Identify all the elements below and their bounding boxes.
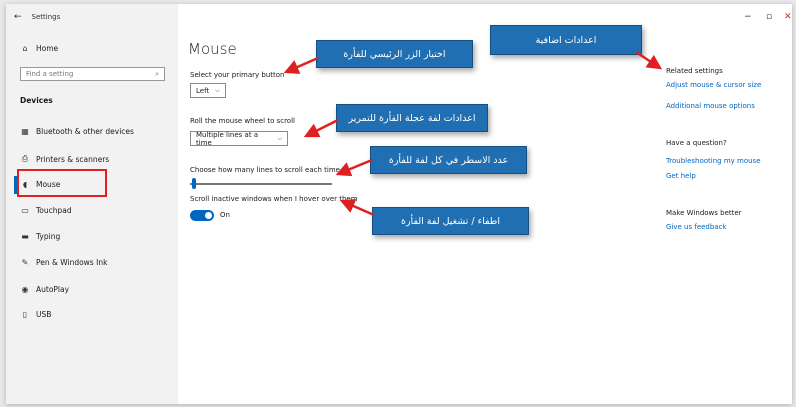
search-placeholder: Find a setting [26, 70, 74, 78]
wheel-value: Multiple lines at a time [196, 130, 259, 147]
bluetooth-devices-icon: ▦ [21, 127, 29, 136]
search-input[interactable]: Find a setting ⌕ [20, 67, 165, 81]
home-icon: ⌂ [22, 44, 28, 53]
link-adjust-cursor[interactable]: Adjust mouse & cursor size [666, 81, 761, 89]
chevron-down-icon: ⌵ [215, 86, 220, 94]
sidebar: ← Settings ⌂ Home Find a setting ⌕ Devic… [6, 4, 178, 404]
mouse-highlight-box [17, 169, 107, 197]
link-get-help[interactable]: Get help [666, 172, 696, 180]
sidebar-item-label: Printers & scanners [36, 154, 110, 164]
usb-icon: ▯ [22, 310, 28, 319]
sidebar-item-label: Touchpad [36, 206, 72, 215]
callout-toggle: اطفاء / تشغيل لفة الفأرة [372, 207, 529, 235]
main-content: − ▫ ✕ Mouse Select your primary button L… [178, 4, 792, 404]
lines-slider-thumb[interactable] [192, 178, 196, 189]
callout-extra-settings: اعدادات اضافية [490, 25, 642, 55]
better-title: Make Windows better [666, 209, 742, 217]
page-title: Mouse [188, 40, 237, 58]
primary-button-dropdown[interactable]: Left ⌵ [190, 83, 226, 98]
maximize-button[interactable]: ▫ [766, 12, 772, 22]
toggle-knob [205, 212, 212, 219]
wheel-label: Roll the mouse wheel to scroll [190, 117, 295, 125]
toggle-state: On [220, 211, 230, 219]
sidebar-item-label: Pen & Windows Ink [36, 258, 108, 267]
title-bar: ← Settings [14, 12, 60, 22]
minimize-button[interactable]: − [744, 12, 752, 22]
lines-slider-track[interactable] [190, 183, 332, 185]
sidebar-home-label: Home [36, 44, 59, 53]
sidebar-item-printers[interactable]: ⎙ Printers & scanners [20, 154, 109, 164]
sidebar-item-bluetooth[interactable]: ▦ Bluetooth & other devices [20, 127, 134, 136]
keyboard-icon: ▬ [21, 232, 29, 241]
sidebar-item-label: USB [36, 310, 52, 319]
close-button[interactable]: ✕ [784, 12, 792, 22]
sidebar-item-touchpad[interactable]: ▭ Touchpad [20, 206, 72, 215]
chevron-down-icon: ⌵ [277, 134, 282, 142]
search-icon: ⌕ [155, 69, 159, 78]
sidebar-item-autoplay[interactable]: ◉ AutoPlay [20, 285, 70, 294]
sidebar-item-label: Typing [36, 232, 61, 241]
back-arrow-icon[interactable]: ← [14, 12, 22, 22]
callout-primary-button: اختيار الزر الرئيسي للفأرة [316, 40, 473, 68]
sidebar-item-pen[interactable]: ✎ Pen & Windows Ink [20, 258, 108, 267]
link-feedback[interactable]: Give us feedback [666, 223, 727, 231]
sidebar-item-usb[interactable]: ▯ USB [20, 310, 52, 319]
wheel-dropdown[interactable]: Multiple lines at a time ⌵ [190, 130, 288, 147]
sidebar-item-label: Bluetooth & other devices [36, 127, 134, 136]
primary-button-label: Select your primary button [190, 71, 285, 79]
link-additional-options[interactable]: Additional mouse options [666, 102, 755, 110]
inactive-label: Scroll inactive windows when I hover ove… [190, 195, 358, 203]
link-troubleshoot[interactable]: Troubleshooting my mouse [666, 157, 761, 165]
section-title: Devices [20, 96, 53, 105]
callout-wheel-settings: اعدادات لفة عجلة الفأرة للتمرير [336, 104, 488, 132]
callout-lines-count: عدد الاسطر في كل لفة للفأرة [370, 146, 527, 174]
question-title: Have a question? [666, 139, 727, 147]
lines-label: Choose how many lines to scroll each tim… [190, 166, 340, 174]
sidebar-item-typing[interactable]: ▬ Typing [20, 232, 60, 241]
autoplay-icon: ◉ [21, 285, 29, 294]
pen-icon: ✎ [21, 258, 29, 267]
printer-icon: ⎙ [21, 154, 29, 163]
sidebar-item-label: AutoPlay [36, 285, 70, 294]
primary-button-value: Left [196, 86, 210, 95]
related-title: Related settings [666, 67, 723, 75]
inactive-scroll-toggle[interactable] [190, 210, 214, 221]
sidebar-item-home[interactable]: ⌂ Home [20, 44, 58, 53]
window-title: Settings [31, 13, 61, 21]
touchpad-icon: ▭ [21, 206, 29, 215]
